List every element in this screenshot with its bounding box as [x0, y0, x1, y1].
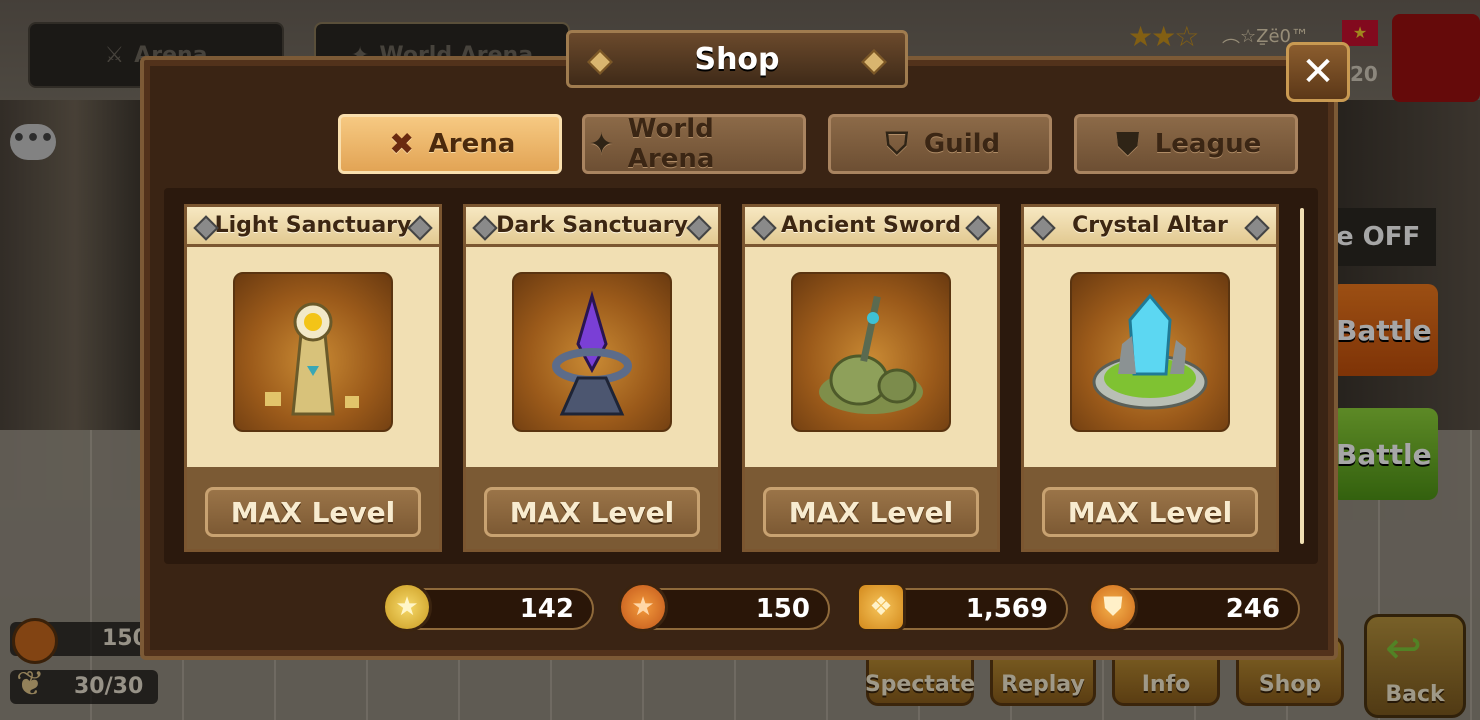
light-sanctuary-icon [233, 272, 393, 432]
guild-shield-icon: ⛉ [885, 126, 909, 162]
title-ornament-icon [965, 215, 991, 241]
title-ornament-icon [472, 215, 498, 241]
title-ornament-icon [1244, 215, 1270, 241]
orange-star-medal-icon: ★ [618, 582, 668, 632]
item-name: Ancient Sword [781, 213, 961, 238]
max-level-button[interactable]: MAX Level [763, 487, 979, 537]
dark-sanctuary-icon [512, 272, 672, 432]
world-compass-icon: ✦ [588, 126, 614, 162]
shield-medal-icon: ⛊ [1088, 582, 1138, 632]
ancient-sword-icon [791, 272, 951, 432]
rank-chevron-medal-icon: ❖ [856, 582, 906, 632]
shop-title-bar: Shop [566, 30, 908, 88]
title-ornament-icon [861, 49, 887, 75]
currency-value: 142 [519, 594, 574, 624]
title-ornament-icon [1030, 215, 1056, 241]
item-name: Light Sanctuary [214, 213, 412, 238]
max-level-button[interactable]: MAX Level [484, 487, 700, 537]
title-ornament-icon [587, 49, 613, 75]
currency-value: 1,569 [965, 594, 1048, 624]
tab-world-arena[interactable]: ✦ World Arena [582, 114, 806, 174]
tab-league[interactable]: ⛊ League [1074, 114, 1298, 174]
currency-value: 150 [755, 594, 810, 624]
items-scrollbar[interactable] [1300, 208, 1304, 544]
max-level-button[interactable]: MAX Level [205, 487, 421, 537]
shop-item-card[interactable]: Light Sanctuary MAX Level [184, 204, 442, 552]
crossed-swords-icon: ✖ [389, 126, 415, 162]
tab-arena[interactable]: ✖ Arena [338, 114, 562, 174]
item-name: Crystal Altar [1072, 213, 1228, 238]
item-name: Dark Sanctuary [496, 213, 688, 238]
title-ornament-icon [686, 215, 712, 241]
shop-title: Shop [694, 41, 780, 77]
league-shield-icon: ⛊ [1116, 126, 1139, 162]
tab-guild[interactable]: ⛉ Guild [828, 114, 1052, 174]
shop-item-card[interactable]: Ancient Sword MAX Level [742, 204, 1000, 552]
currency-value: 246 [1225, 594, 1280, 624]
crystal-altar-icon [1070, 272, 1230, 432]
shop-item-card[interactable]: Crystal Altar MAX Level [1021, 204, 1279, 552]
shop-item-card[interactable]: Dark Sanctuary MAX Level [463, 204, 721, 552]
close-button[interactable]: ✕ [1286, 42, 1350, 102]
max-level-button[interactable]: MAX Level [1042, 487, 1258, 537]
close-icon: ✕ [1301, 49, 1335, 95]
gold-star-medal-icon: ★ [382, 582, 432, 632]
title-ornament-icon [751, 215, 777, 241]
